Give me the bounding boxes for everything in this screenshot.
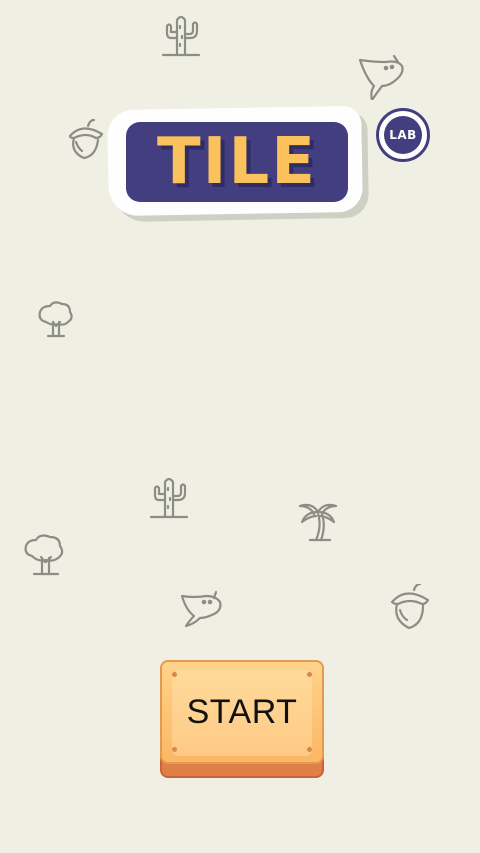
lab-badge: LAB — [376, 108, 430, 162]
lab-badge-label: LAB — [384, 116, 422, 154]
tree-icon — [22, 530, 70, 578]
start-button-face: START — [160, 660, 324, 764]
cactus-icon — [148, 474, 190, 520]
logo-title: TILE — [157, 125, 317, 199]
rivet — [172, 747, 177, 752]
start-button[interactable]: START — [160, 660, 324, 778]
rivet — [172, 672, 177, 677]
stingray-icon — [176, 586, 226, 628]
start-button-label: START — [186, 692, 298, 731]
rivet — [307, 672, 312, 677]
acorn-icon — [62, 118, 108, 162]
palm-tree-icon — [296, 498, 340, 544]
stingray-icon — [354, 52, 408, 100]
acorn-icon — [384, 584, 434, 632]
tree-icon — [36, 298, 76, 340]
rivet — [307, 747, 312, 752]
cactus-icon — [160, 12, 202, 58]
game-logo: TILE — [107, 105, 370, 220]
